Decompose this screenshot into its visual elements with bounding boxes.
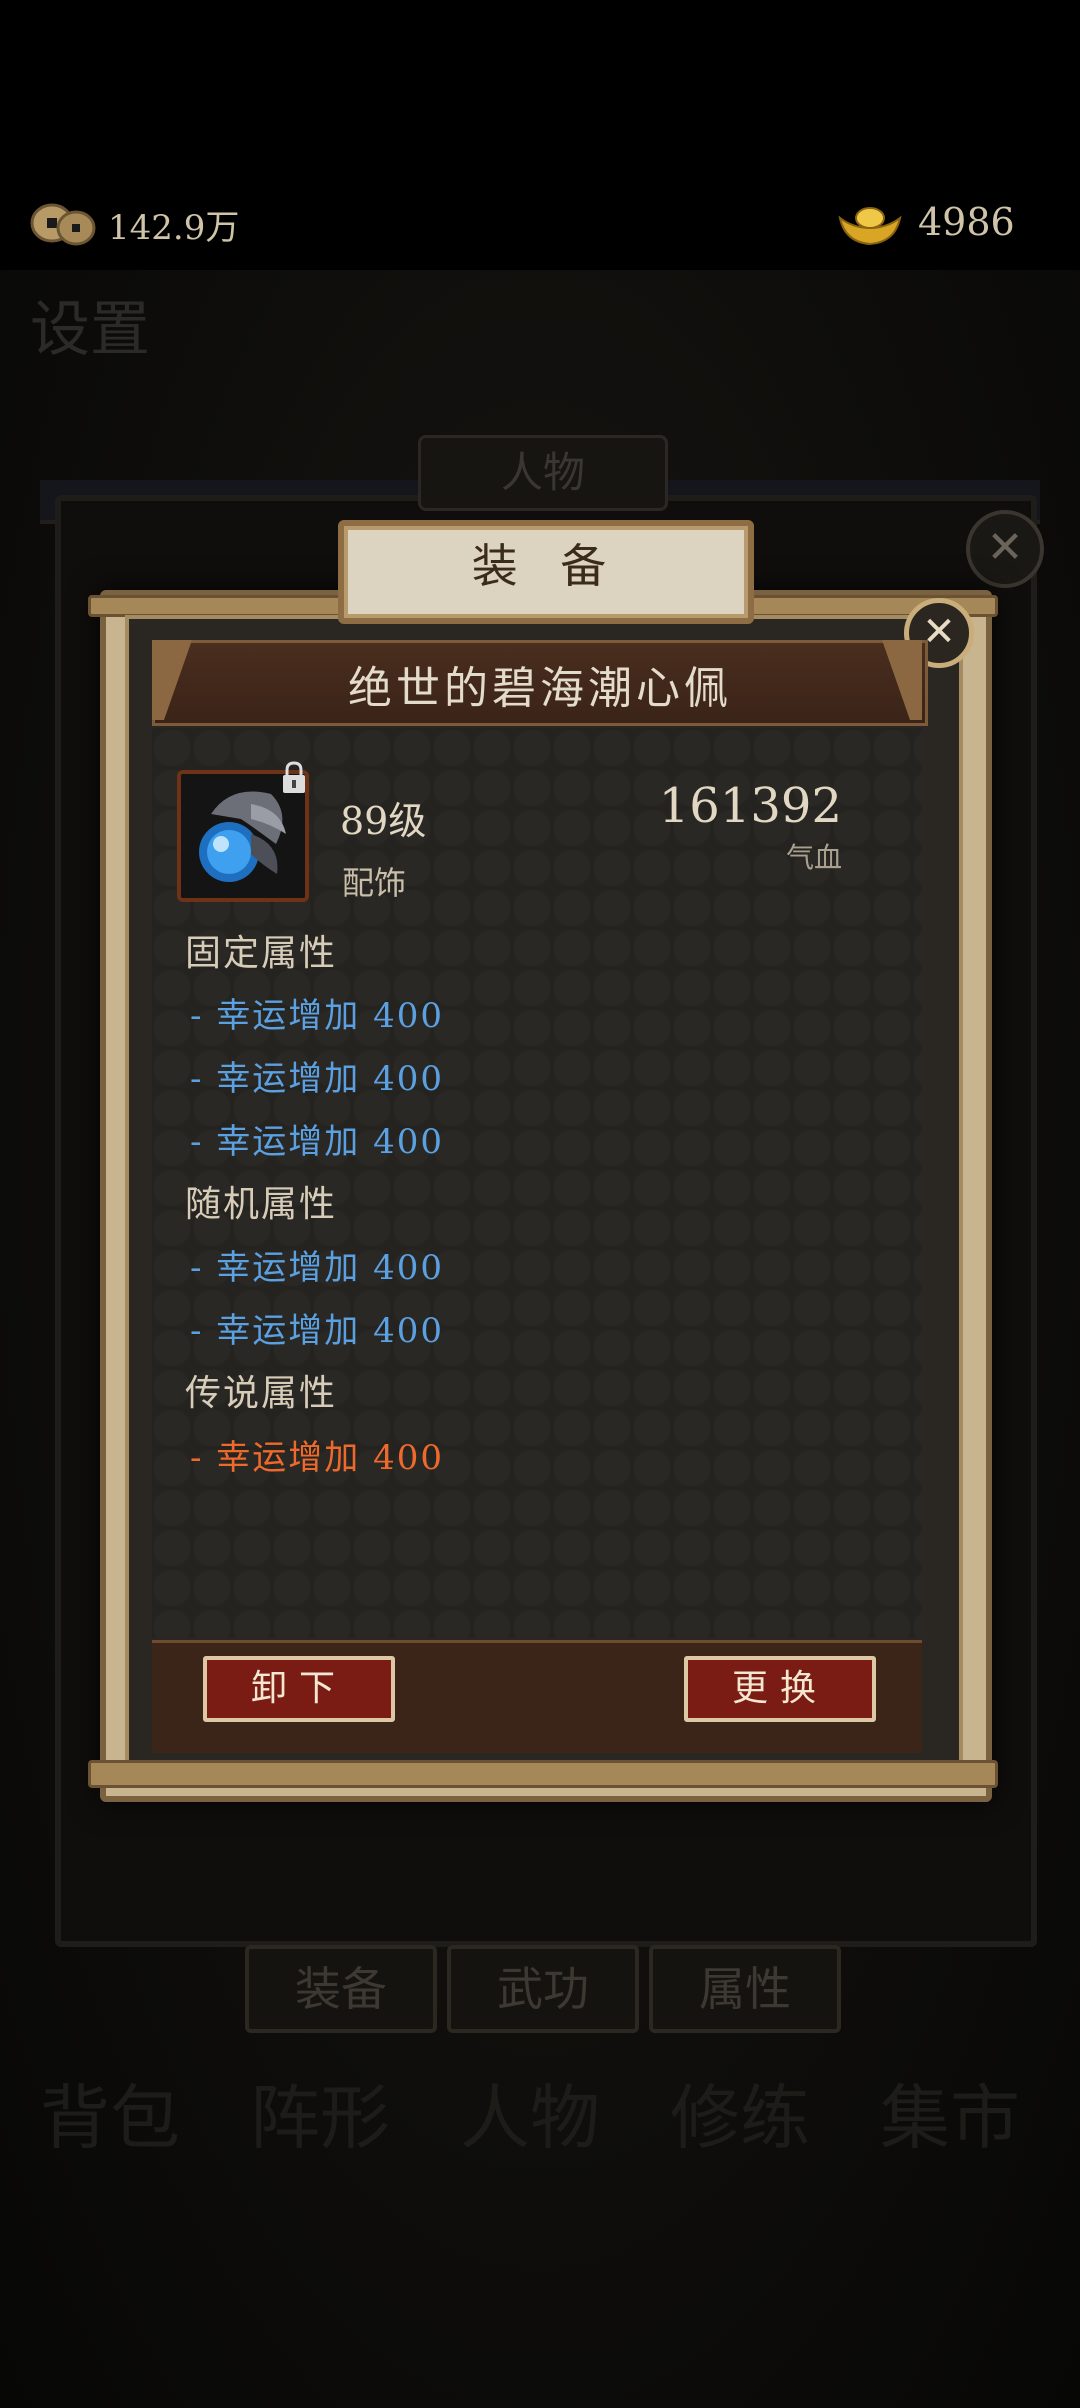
unequip-button[interactable]: 卸下: [203, 1656, 395, 1722]
fixed-attribute: - 幸运增加 400: [190, 996, 444, 1036]
modal-header-title: 装 备: [471, 539, 621, 593]
fixed-attribute: - 幸运增加 400: [190, 1059, 444, 1099]
modal-bottom-rail: [88, 1760, 998, 1788]
legend-attributes-title: 传说属性: [185, 1373, 338, 1414]
gold-ingot-icon: [838, 207, 902, 246]
legend-attribute: - 幸运增加 400: [190, 1438, 444, 1478]
random-attributes-title: 随机属性: [185, 1184, 338, 1225]
tab-attributes[interactable]: 属性: [649, 1945, 841, 2033]
item-name: 绝世的碧海潮心佩: [348, 663, 732, 714]
coin-icon: [30, 203, 96, 246]
hp-value: 161392: [658, 778, 842, 834]
fixed-attribute: - 幸运增加 400: [190, 1122, 444, 1162]
ingot-amount: 4986: [918, 200, 1015, 244]
coin-amount: 142.9万: [108, 208, 240, 248]
lock-icon: [283, 761, 305, 793]
random-attribute: - 幸运增加 400: [190, 1311, 444, 1351]
nav-market[interactable]: 集市: [880, 2080, 1020, 2157]
tab-equipment[interactable]: 装备: [245, 1945, 437, 2033]
nav-formation[interactable]: 阵形: [250, 2080, 390, 2157]
swap-button[interactable]: 更换: [684, 1656, 876, 1722]
nav-training[interactable]: 修练: [670, 2080, 810, 2157]
tab-martial-arts[interactable]: 武功: [447, 1945, 639, 2033]
random-attribute: - 幸运增加 400: [190, 1248, 444, 1288]
hp-label: 气血: [785, 841, 842, 874]
background-close-icon[interactable]: ✕: [966, 510, 1044, 588]
nav-character[interactable]: 人物: [460, 2080, 600, 2157]
item-slot-type: 配饰: [342, 864, 407, 902]
item-level: 89级: [340, 799, 427, 843]
settings-button[interactable]: 设置: [30, 300, 150, 360]
nav-backpack[interactable]: 背包: [40, 2080, 180, 2157]
fixed-attributes-title: 固定属性: [185, 933, 338, 974]
person-tab[interactable]: 人物: [418, 435, 668, 511]
